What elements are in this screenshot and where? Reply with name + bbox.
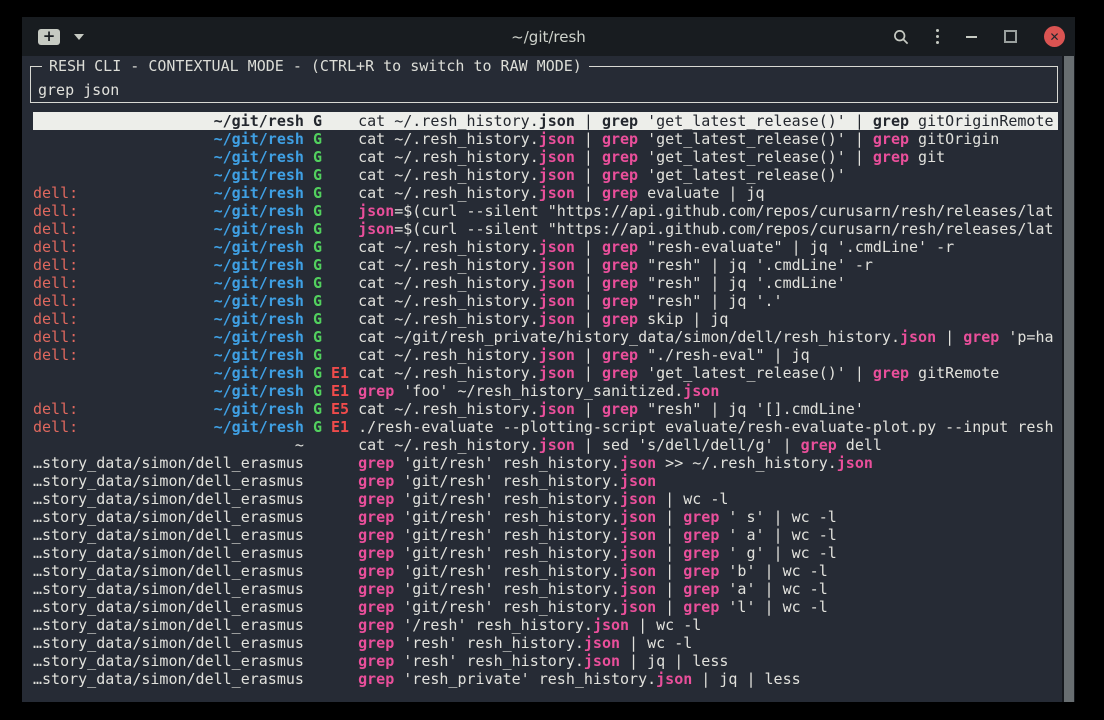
close-button[interactable]: ✕ [1044, 26, 1065, 47]
menu-icon[interactable] [936, 29, 939, 44]
search-query-input[interactable]: grep json [38, 81, 119, 99]
history-row[interactable]: …story_data/simon/dell_erasmus grep 'git… [33, 562, 1058, 580]
history-row[interactable]: …story_data/simon/dell_erasmus grep 'res… [33, 634, 1058, 652]
history-row-selected[interactable]: ~/git/resh G cat ~/.resh_history.json | … [33, 112, 1058, 130]
history-row[interactable]: dell: ~/git/resh G cat ~/.resh_history.j… [33, 256, 1058, 274]
titlebar: ~/git/resh ✕ [22, 17, 1075, 56]
scrollbar-thumb[interactable] [1064, 56, 1074, 702]
history-row[interactable]: dell: ~/git/resh G cat ~/.resh_history.j… [33, 184, 1058, 202]
history-row[interactable]: ~/git/resh G cat ~/.resh_history.json | … [33, 166, 1058, 184]
history-row[interactable]: …story_data/simon/dell_erasmus grep 'res… [33, 652, 1058, 670]
history-row[interactable]: dell: ~/git/resh G cat ~/.resh_history.j… [33, 238, 1058, 256]
history-row[interactable]: dell: ~/git/resh G json=$(curl --silent … [33, 202, 1058, 220]
history-row[interactable]: dell: ~/git/resh G cat ~/.resh_history.j… [33, 346, 1058, 364]
history-row[interactable]: …story_data/simon/dell_erasmus grep 'git… [33, 454, 1058, 472]
history-row[interactable]: …story_data/simon/dell_erasmus grep 'git… [33, 580, 1058, 598]
history-row[interactable]: …story_data/simon/dell_erasmus grep 'git… [33, 544, 1058, 562]
history-row[interactable]: …story_data/simon/dell_erasmus grep 'git… [33, 472, 1058, 490]
history-row[interactable]: dell: ~/git/resh G cat ~/.resh_history.j… [33, 292, 1058, 310]
scrollbar-track[interactable] [1062, 56, 1075, 702]
search-icon[interactable] [893, 29, 909, 45]
history-row[interactable]: …story_data/simon/dell_erasmus grep '/re… [33, 616, 1058, 634]
restore-button[interactable] [1004, 30, 1017, 43]
history-row[interactable]: …story_data/simon/dell_erasmus grep 'res… [33, 670, 1058, 688]
history-row[interactable]: dell: ~/git/resh G E5 cat ~/.resh_histor… [33, 400, 1058, 418]
terminal-content: RESH CLI - CONTEXTUAL MODE - (CTRL+R to … [22, 56, 1075, 702]
history-row[interactable]: …story_data/simon/dell_erasmus grep 'git… [33, 526, 1058, 544]
history-row[interactable]: …story_data/simon/dell_erasmus grep 'git… [33, 490, 1058, 508]
history-row[interactable]: dell: ~/git/resh G E1 ./resh-evaluate --… [33, 418, 1058, 436]
history-row[interactable]: ~/git/resh G E1 grep 'foo' ~/resh_histor… [33, 382, 1058, 400]
resh-search-box: RESH CLI - CONTEXTUAL MODE - (CTRL+R to … [30, 66, 1058, 103]
resh-mode-header: RESH CLI - CONTEXTUAL MODE - (CTRL+R to … [42, 57, 589, 75]
history-row[interactable]: dell: ~/git/resh G cat ~/git/resh_privat… [33, 328, 1058, 346]
history-row[interactable]: ~/git/resh G E1 cat ~/.resh_history.json… [33, 364, 1058, 382]
results-list: ~/git/resh G cat ~/.resh_history.json | … [33, 112, 1058, 688]
history-row[interactable]: ~/git/resh G cat ~/.resh_history.json | … [33, 148, 1058, 166]
terminal-window: ~/git/resh ✕ RESH CLI - CONTEXTUAL MODE … [22, 17, 1075, 702]
history-row[interactable]: …story_data/simon/dell_erasmus grep 'git… [33, 598, 1058, 616]
history-row[interactable]: ~/git/resh G cat ~/.resh_history.json | … [33, 130, 1058, 148]
minimize-button[interactable] [966, 36, 977, 38]
history-row[interactable]: dell: ~/git/resh G cat ~/.resh_history.j… [33, 274, 1058, 292]
history-row[interactable]: dell: ~/git/resh G cat ~/.resh_history.j… [33, 310, 1058, 328]
history-row[interactable]: dell: ~/git/resh G json=$(curl --silent … [33, 220, 1058, 238]
history-row[interactable]: ~ cat ~/.resh_history.json | sed 's/dell… [33, 436, 1058, 454]
history-row[interactable]: …story_data/simon/dell_erasmus grep 'git… [33, 508, 1058, 526]
